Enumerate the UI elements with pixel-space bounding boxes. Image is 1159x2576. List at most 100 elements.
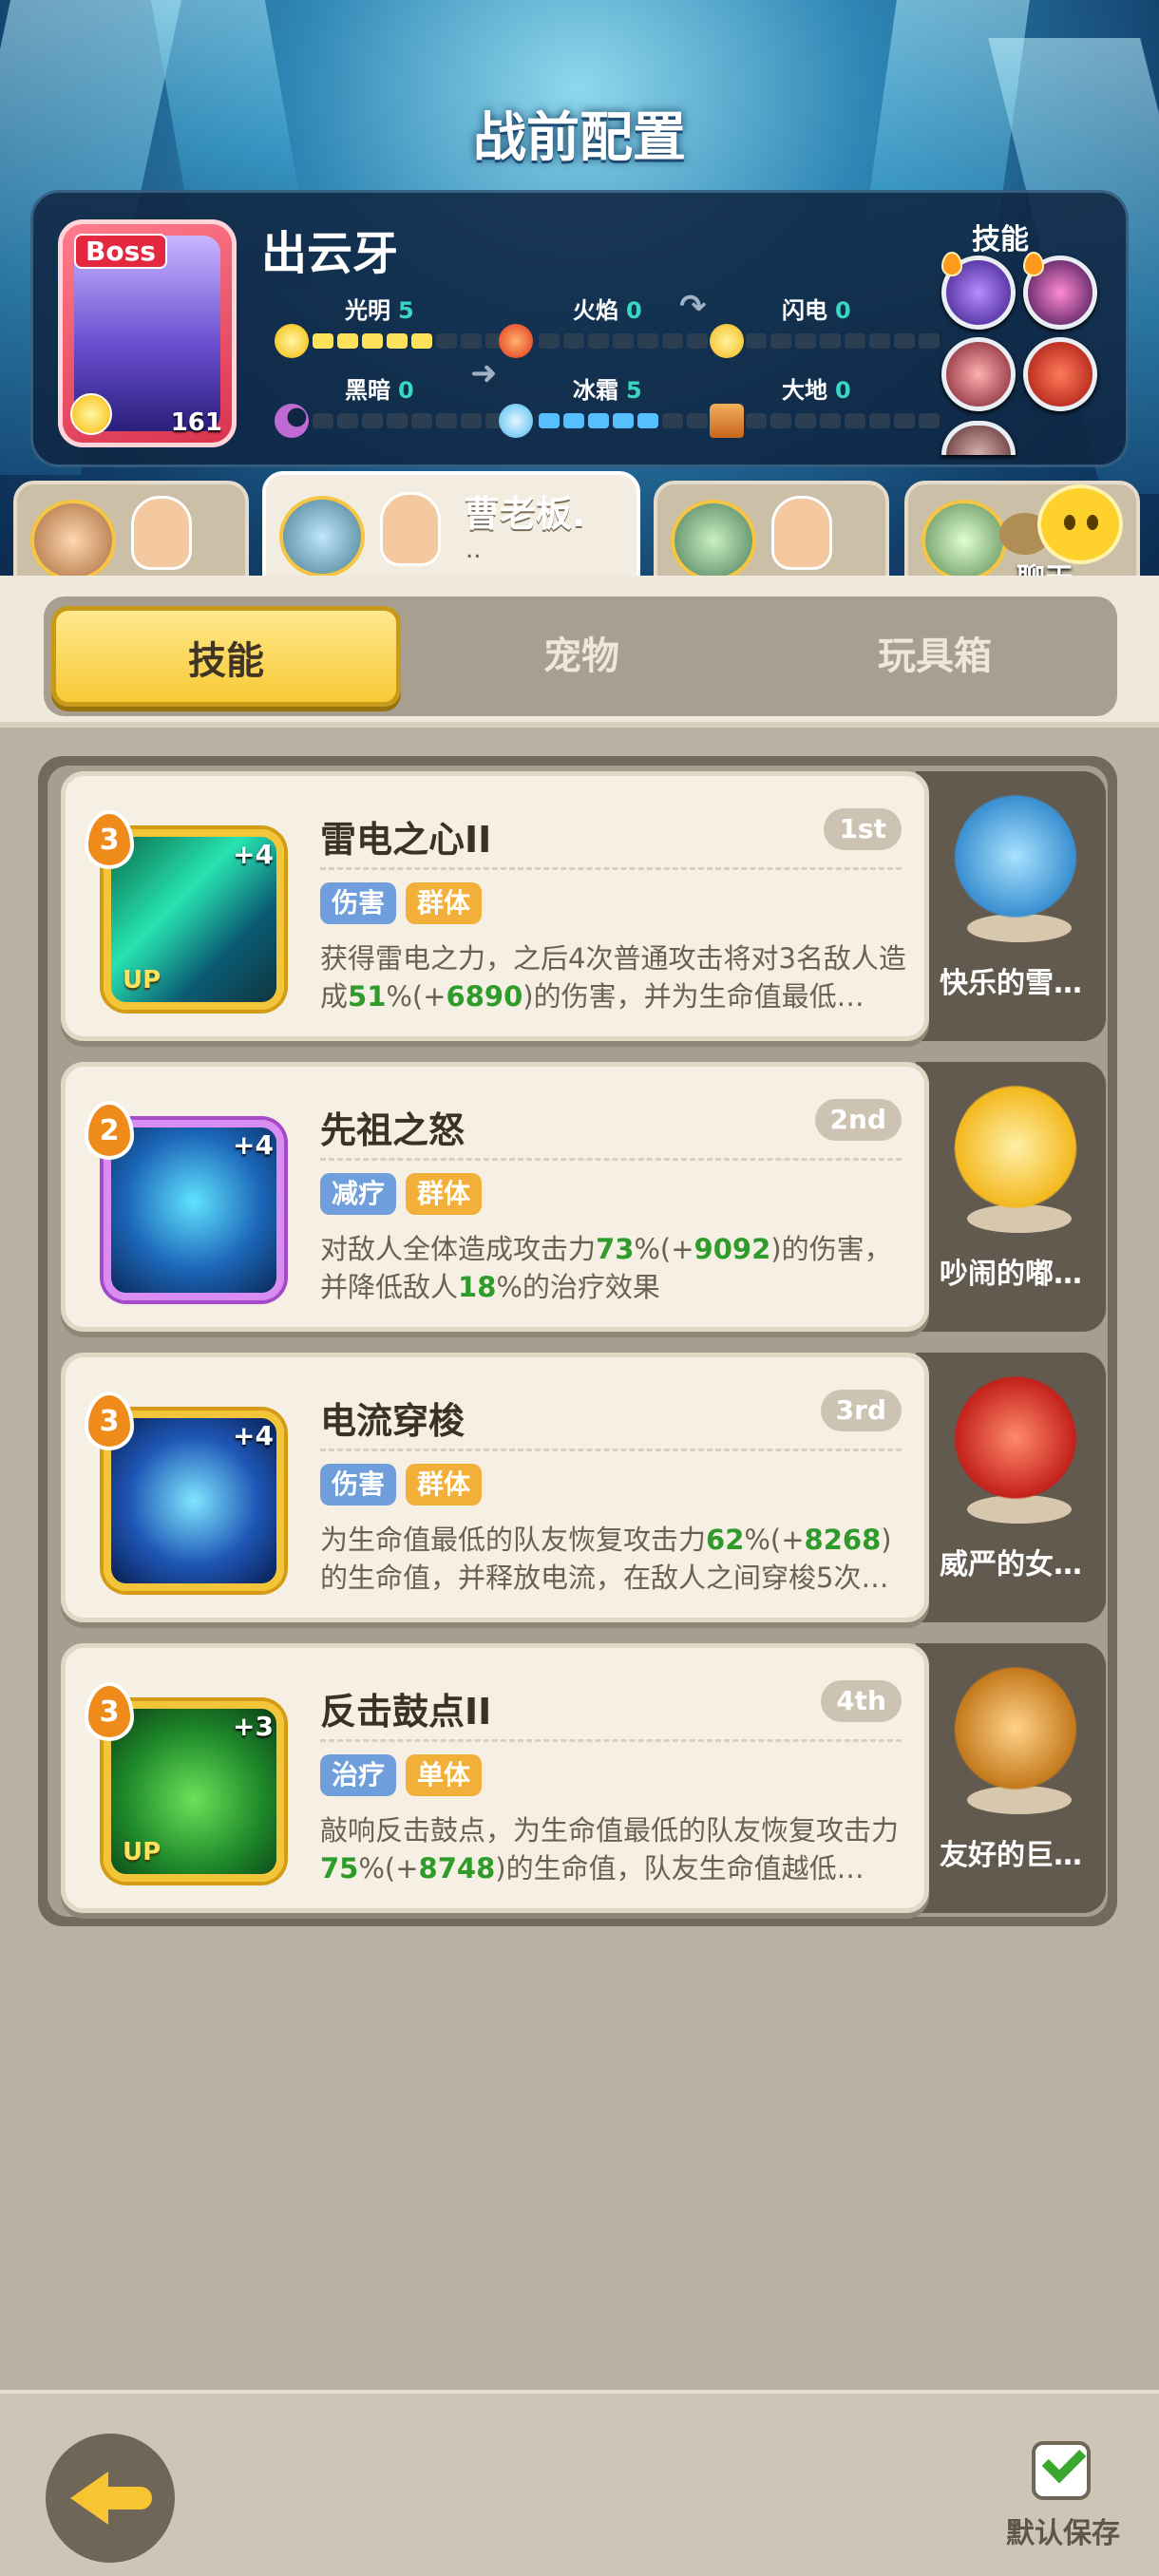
tab-toybox[interactable]: 玩具箱 [760, 606, 1110, 707]
skill-rank: 3rd [820, 1390, 902, 1431]
attr-name-earth: 大地 [782, 377, 827, 404]
attr-value-frost: 5 [626, 377, 642, 404]
frost-icon [499, 404, 533, 438]
skill-level-badge: 2 [85, 1101, 134, 1160]
skill-plus: +4 [233, 839, 274, 870]
skill-description: 对敌人全体造成攻击力73%(+9092)的伤害，并降低敌人18%的治疗效果 [320, 1233, 892, 1303]
emoji-face-icon [1037, 484, 1123, 564]
earth-icon [710, 404, 744, 438]
skill-tag: 治疗 [320, 1754, 397, 1796]
skill-rank: 2nd [814, 1099, 902, 1141]
boss-name: 出云牙 [261, 227, 399, 280]
skill-tag: 群体 [406, 882, 483, 924]
skill-description: 为生命值最低的队友恢复攻击力62%(+8268)的生命值，并释放电流，在敌人之间… [320, 1524, 892, 1594]
pet-slot[interactable]: 友好的巨… [916, 1643, 1106, 1913]
main-tab-area: 技能 宠物 玩具箱 [0, 576, 1159, 728]
skill-tag: 群体 [406, 1173, 483, 1215]
skill-description: 获得雷电之力，之后4次普通攻击将对3名敌人造成51%(+6890)的伤害，并为生… [320, 942, 906, 1013]
skill-card[interactable]: 3 +4 UP 雷电之心II 1st 伤害 群体 获得雷电之力，之后4次普通攻击… [61, 771, 929, 1041]
skill-name: 电流穿梭 [320, 1400, 466, 1442]
skill-plus: +3 [233, 1711, 274, 1742]
skill-name: 雷电之心II [320, 819, 492, 861]
skill-plus: +4 [233, 1129, 274, 1161]
skill-row[interactable]: 快乐的雪… 3 +4 UP 雷电之心II 1st 伤害 群体 获得雷电之力，之后… [61, 771, 1106, 1041]
skill-tag: 单体 [406, 1754, 483, 1796]
boss-tag: Boss [74, 234, 167, 269]
skill-list: 快乐的雪… 3 +4 UP 雷电之心II 1st 伤害 群体 获得雷电之力，之后… [38, 756, 1117, 1926]
light-icon [275, 324, 309, 358]
page-title: 战前配置 [473, 107, 686, 169]
skill-plus: +4 [233, 1420, 274, 1451]
attr-value-dark: 0 [398, 377, 414, 404]
skill-card[interactable]: 3 +3 UP 反击鼓点II 4th 治疗 单体 敲响反击鼓点，为生命值最低的队… [61, 1643, 929, 1913]
boss-skill-5-icon[interactable] [941, 421, 1016, 455]
arrow-icon: ➜ [470, 354, 498, 392]
fire-icon [499, 324, 533, 358]
boss-level: 161 [170, 408, 222, 437]
tap-hand-icon [131, 496, 192, 570]
attr-bar-fire [539, 333, 732, 349]
hero-name: 曹老板. [464, 493, 586, 535]
skill-row[interactable]: 威严的女… 3 +4 电流穿梭 3rd 伤害 群体 为生命值最低的队友恢复攻击力… [61, 1353, 1106, 1622]
skill-tag: 减疗 [320, 1173, 397, 1215]
upgrade-label: UP [123, 966, 162, 994]
attr-bar-lightning [746, 333, 940, 349]
skill-card[interactable]: 2 +4 先祖之怒 2nd 减疗 群体 对敌人全体造成攻击力73%(+9092)… [61, 1062, 929, 1332]
attr-name-frost: 冰霜 [573, 377, 618, 404]
attr-name-lightning: 闪电 [782, 297, 827, 324]
fire-badge-icon [941, 252, 962, 276]
hero-tab-2[interactable]: 曹老板. .. [262, 471, 640, 579]
hero-tab-bar: 曹老板. .. [0, 471, 1159, 581]
skill-tag: 伤害 [320, 1464, 397, 1506]
attr-value-fire: 0 [626, 297, 642, 324]
arrow-icon: ↷ [679, 288, 707, 326]
hero-tab-3[interactable] [654, 481, 889, 581]
pet-image [954, 1373, 1077, 1516]
pet-image [954, 1083, 1077, 1225]
skill-tag: 伤害 [320, 882, 397, 924]
hero-avatar [30, 500, 116, 581]
boss-skills-label: 技能 [972, 223, 1029, 256]
skill-description: 敲响反击鼓点，为生命值最低的队友恢复攻击力75%(+8748)的生命值，队友生命… [320, 1814, 900, 1885]
attr-value-earth: 0 [835, 377, 851, 404]
pet-slot[interactable]: 威严的女… [916, 1353, 1106, 1622]
hero-avatar [922, 500, 1007, 581]
pet-slot[interactable]: 快乐的雪… [916, 771, 1106, 1041]
skill-name: 先祖之怒 [320, 1109, 466, 1151]
hero-avatar [671, 500, 756, 581]
skill-row[interactable]: 友好的巨… 3 +3 UP 反击鼓点II 4th 治疗 单体 敲响反击鼓点，为生… [61, 1643, 1106, 1913]
attr-bar-frost [539, 413, 732, 428]
attr-name-light: 光明 [345, 297, 390, 324]
attr-value-light: 5 [398, 297, 414, 324]
attr-name-fire: 火焰 [573, 297, 618, 324]
pet-slot[interactable]: 吵闹的嘟… [916, 1062, 1106, 1332]
attr-bar-earth [746, 413, 940, 428]
boss-skill-4-icon[interactable] [1023, 337, 1097, 411]
pet-image [954, 792, 1077, 935]
checkbox[interactable] [1032, 2438, 1091, 2500]
attr-bar-light [313, 333, 506, 349]
skill-row[interactable]: 吵闹的嘟… 2 +4 先祖之怒 2nd 减疗 群体 对敌人全体造成攻击力73%(… [61, 1062, 1106, 1332]
skill-rank: 4th [821, 1680, 902, 1722]
dark-icon [275, 404, 309, 438]
attr-bar-dark [313, 413, 506, 428]
boss-skill-3-icon[interactable] [941, 337, 1016, 411]
skill-card[interactable]: 3 +4 电流穿梭 3rd 伤害 群体 为生命值最低的队友恢复攻击力62%(+8… [61, 1353, 929, 1622]
pet-name: 友好的巨… [940, 1839, 1082, 1872]
fire-badge-icon [1023, 252, 1044, 276]
boss-info-panel: Boss 161 出云牙 光明 5 火焰 0 闪电 0 ➜ ↷ 黑暗 0 冰霜 5 大地 0… [30, 190, 1129, 467]
pet-image [954, 1664, 1077, 1807]
pet-name: 吵闹的嘟… [940, 1258, 1082, 1291]
hero-tab-1[interactable] [13, 481, 249, 581]
back-button[interactable] [46, 2434, 175, 2563]
skill-rank: 1st [824, 808, 902, 850]
default-save-toggle[interactable]: 默认保存 [1001, 2438, 1125, 2555]
tab-skills[interactable]: 技能 [51, 606, 401, 707]
upgrade-label: UP [123, 1838, 162, 1866]
tab-pets[interactable]: 宠物 [407, 606, 756, 707]
tap-hand-icon [771, 496, 832, 570]
attr-name-dark: 黑暗 [345, 377, 390, 404]
boss-portrait[interactable]: Boss 161 [58, 219, 237, 447]
pet-name: 威严的女… [940, 1548, 1082, 1582]
skill-level-badge: 3 [85, 1682, 134, 1741]
